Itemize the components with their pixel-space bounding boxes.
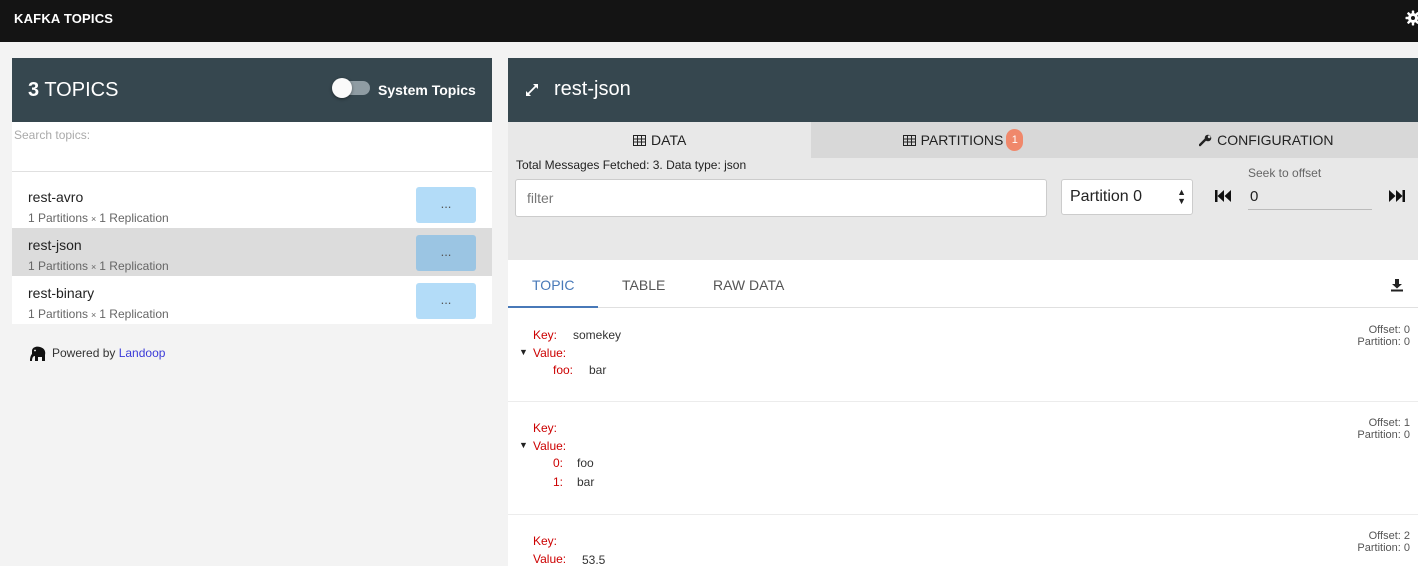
topic-list: rest-avro 1 Partitions × 1 Replication ...… — [12, 172, 492, 324]
message-meta: Offset: 1 Partition: 0 — [1357, 417, 1410, 441]
value-label: Value: — [533, 439, 567, 453]
topic-name: rest-binary — [28, 285, 95, 301]
collapse-icon[interactable]: ▼ — [519, 440, 528, 450]
tab-table[interactable]: TABLE — [622, 277, 665, 293]
tab-raw-data[interactable]: RAW DATA — [713, 277, 784, 293]
message-value: 53.5 — [582, 553, 606, 566]
key-label: Key: — [533, 534, 558, 548]
skip-first-icon[interactable] — [1214, 188, 1232, 204]
topic-count: 3 TOPICS — [28, 79, 119, 101]
tab-data[interactable]: DATA — [508, 122, 812, 158]
tab-partitions[interactable]: PARTITIONS 1 — [811, 122, 1114, 158]
data-controls: Total Messages Fetched: 3. Data type: js… — [508, 158, 1418, 260]
seek-label: Seek to offset — [1248, 166, 1322, 180]
topic-row[interactable]: rest-json 1 Partitions × 1 Replication ... — [12, 228, 492, 276]
topic-row[interactable]: rest-avro 1 Partitions × 1 Replication ... — [12, 180, 492, 228]
topics-panel: 3 TOPICS System Topics Search topics: re… — [12, 58, 492, 361]
topic-meta: 1 Partitions × 1 Replication — [28, 307, 169, 321]
topic-header: rest-json — [508, 58, 1418, 122]
top-bar: KAFKA TOPICS — [0, 0, 1418, 42]
value-label: Value: — [533, 552, 567, 566]
seek-offset-input[interactable] — [1248, 184, 1372, 210]
value-label: Value: — [533, 346, 567, 360]
topic-actions-button[interactable]: ... — [416, 187, 476, 223]
expand-icon[interactable] — [524, 82, 540, 98]
topic-detail-panel: rest-json DATA PARTITIONS 1 CONFIGURATIO… — [508, 58, 1418, 566]
topic-meta: 1 Partitions × 1 Replication — [28, 211, 169, 225]
message-item: Key: somekey ▼ Value: foo: bar Offset: 0… — [508, 308, 1418, 402]
search-box: Search topics: — [12, 122, 492, 172]
tab-configuration[interactable]: CONFIGURATION — [1115, 122, 1418, 158]
wrench-icon — [1199, 134, 1212, 146]
message-item: Key: ▼ Value: 0: foo 1: bar Offset: 1 Par… — [508, 402, 1418, 515]
topic-meta: 1 Partitions × 1 Replication — [28, 259, 169, 273]
gear-icon[interactable] — [1405, 10, 1418, 26]
partition-select[interactable]: Partition 0 ▲ ▼ — [1061, 179, 1193, 215]
powered-by: Powered by Landoop — [28, 344, 165, 364]
collapse-icon[interactable]: ▼ — [519, 347, 528, 357]
message-meta: Offset: 0 Partition: 0 — [1357, 324, 1410, 348]
topic-actions-button[interactable]: ... — [416, 283, 476, 319]
key-label: Key: — [533, 421, 558, 435]
array-value: bar — [577, 475, 595, 489]
field-value: bar — [589, 363, 607, 377]
view-tabs: TOPIC TABLE RAW DATA — [508, 260, 1418, 308]
filter-input[interactable] — [515, 179, 1047, 217]
fetched-info: Total Messages Fetched: 3. Data type: js… — [516, 158, 747, 172]
search-input[interactable] — [14, 144, 484, 168]
landoop-link[interactable]: Landoop — [119, 346, 166, 360]
array-value: foo — [577, 456, 594, 470]
topic-name: rest-avro — [28, 189, 84, 205]
elephant-icon — [30, 346, 46, 361]
topics-header: 3 TOPICS System Topics — [12, 58, 492, 122]
field-key: foo: — [553, 363, 574, 377]
key-label: Key: — [533, 328, 558, 342]
key-value: somekey — [573, 328, 622, 342]
tab-topic[interactable]: TOPIC — [532, 277, 575, 293]
table-icon — [633, 134, 647, 146]
app-title: KAFKA TOPICS — [14, 11, 114, 26]
topic-actions-button[interactable]: ... — [416, 235, 476, 271]
message-list: Key: somekey ▼ Value: foo: bar Offset: 0… — [508, 308, 1418, 566]
download-icon[interactable] — [1390, 278, 1404, 292]
select-arrows-icon: ▲ ▼ — [1177, 187, 1186, 206]
topic-row[interactable]: rest-binary 1 Partitions × 1 Replication .… — [12, 276, 492, 324]
message-item: Key: Value: 53.5 Offset: 2 Partition: 0 — [508, 515, 1418, 566]
table-icon — [902, 134, 916, 146]
search-label: Search topics: — [14, 128, 91, 142]
message-meta: Offset: 2 Partition: 0 — [1357, 530, 1410, 554]
main-tabs: DATA PARTITIONS 1 CONFIGURATION — [508, 122, 1418, 158]
skip-last-icon[interactable] — [1388, 188, 1406, 204]
array-index: 0: — [553, 456, 564, 470]
toggle-knob[interactable] — [332, 78, 352, 98]
array-index: 1: — [553, 475, 564, 489]
partitions-badge: 1 — [1006, 129, 1024, 151]
topic-title: rest-json — [554, 78, 631, 100]
system-topics-label: System Topics — [378, 82, 476, 98]
system-topics-toggle[interactable] — [332, 78, 370, 98]
topic-name: rest-json — [28, 237, 82, 253]
